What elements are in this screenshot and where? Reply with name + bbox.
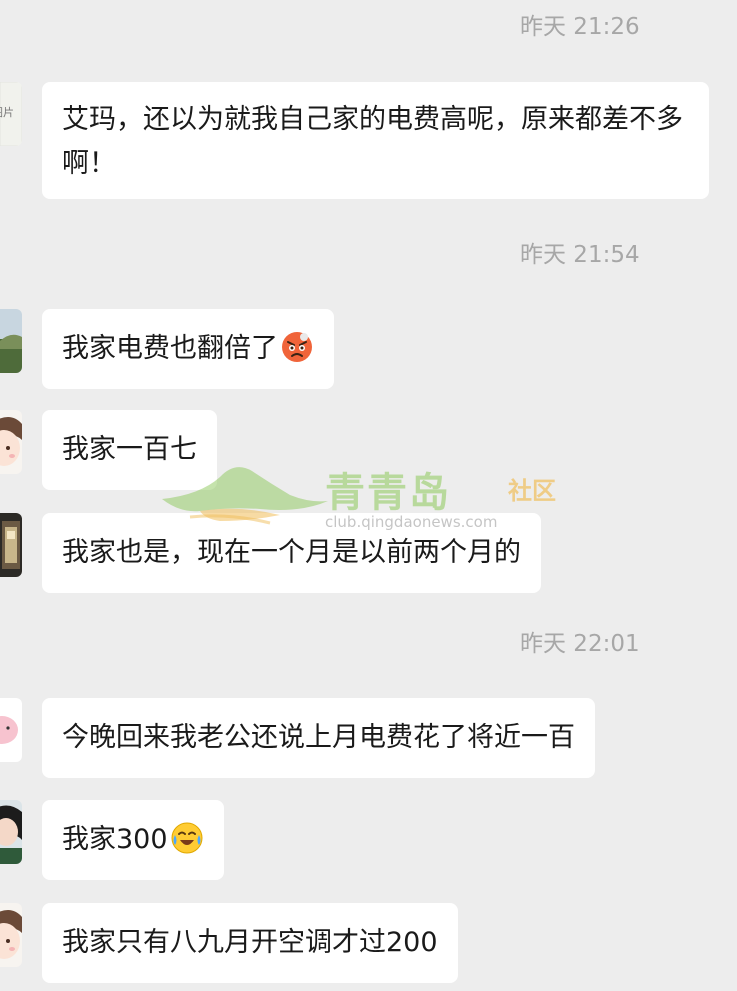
message-bubble[interactable]: 我家一百七 (42, 410, 217, 490)
message-bubble[interactable]: 艾玛，还以为就我自己家的电费高呢，原来都差不多啊！ (42, 82, 709, 199)
message-text: 艾玛，还以为就我自己家的电费高呢，原来都差不多啊！ (62, 104, 683, 179)
message-bubble[interactable]: 今晚回来我老公还说上月电费花了将近一百 (42, 698, 595, 778)
avatar-dark-photo-image (0, 513, 22, 577)
message-bubble[interactable]: 我家300 (42, 800, 224, 880)
avatar-landscape-image (0, 309, 22, 373)
message-text: 我家一百七 (62, 434, 197, 465)
laughing-crying-emoji (170, 821, 204, 855)
sender-avatar[interactable] (0, 698, 22, 762)
watermark-tag: 社区 (508, 477, 556, 505)
avatar-fragment-text: 图片 (0, 106, 14, 119)
angry-face-emoji (280, 330, 314, 364)
avatar-cartoon-girl-image (0, 903, 22, 967)
message-text: 我家电费也翻倍了 (62, 333, 278, 364)
message-text: 我家只有八九月开空调才过200 (62, 927, 438, 958)
avatar-cartoon-girl-image (0, 410, 22, 474)
message-bubble[interactable]: 我家电费也翻倍了 (42, 309, 334, 389)
sender-avatar[interactable] (0, 410, 22, 474)
timestamp: 昨天 22:01 (520, 631, 640, 657)
message-bubble[interactable]: 我家也是，现在一个月是以前两个月的 (42, 513, 541, 593)
message-bubble[interactable]: 我家只有八九月开空调才过200 (42, 903, 458, 983)
sender-avatar[interactable] (0, 903, 22, 967)
sender-avatar[interactable]: 图片 (0, 82, 22, 146)
sender-avatar[interactable] (0, 800, 22, 864)
message-text: 我家也是，现在一个月是以前两个月的 (62, 537, 521, 568)
avatar-woman-photo-image (0, 800, 22, 864)
sender-avatar[interactable] (0, 513, 22, 577)
message-text: 今晚回来我老公还说上月电费花了将近一百 (62, 722, 575, 753)
sender-avatar[interactable] (0, 309, 22, 373)
timestamp: 昨天 21:54 (520, 242, 640, 268)
avatar-pink-image (0, 698, 22, 762)
timestamp: 昨天 21:26 (520, 14, 640, 40)
watermark-brand: 青青岛 (325, 470, 451, 516)
message-text: 我家300 (62, 824, 168, 855)
